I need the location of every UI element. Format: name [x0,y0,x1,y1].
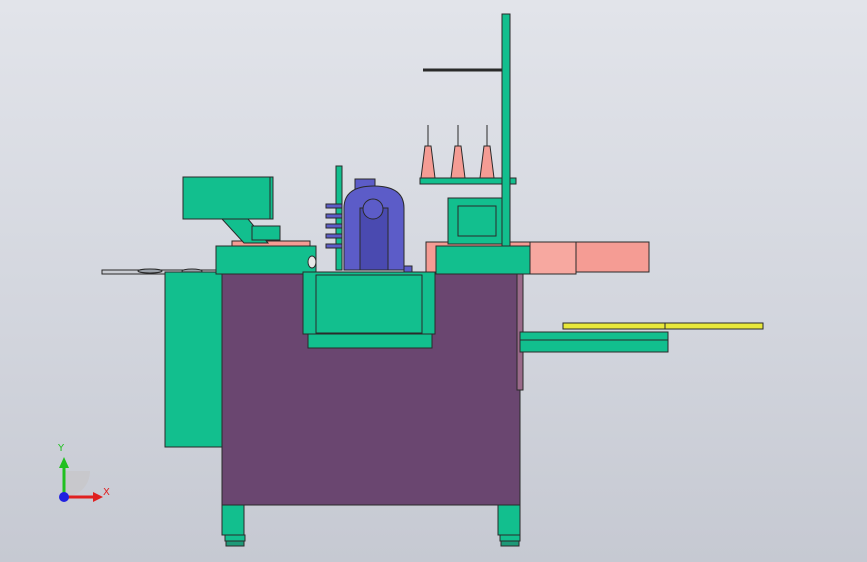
triad-x-label: X [103,487,110,498]
left-side-panel[interactable] [164,271,223,448]
machine-model[interactable] [0,0,867,562]
sewing-head[interactable] [307,165,413,273]
right-conveyor-arm[interactable] [519,322,764,353]
front-center-block[interactable] [302,271,436,349]
cad-viewport[interactable]: Y X [0,0,867,562]
control-box[interactable] [182,176,281,244]
side-housing-panel [457,205,497,237]
triad-y-label: Y [58,443,65,454]
coordinate-triad-icon[interactable] [59,457,103,502]
cabinet-right-strip [516,271,524,391]
right-leg[interactable] [497,504,521,547]
left-leg[interactable] [221,504,246,547]
